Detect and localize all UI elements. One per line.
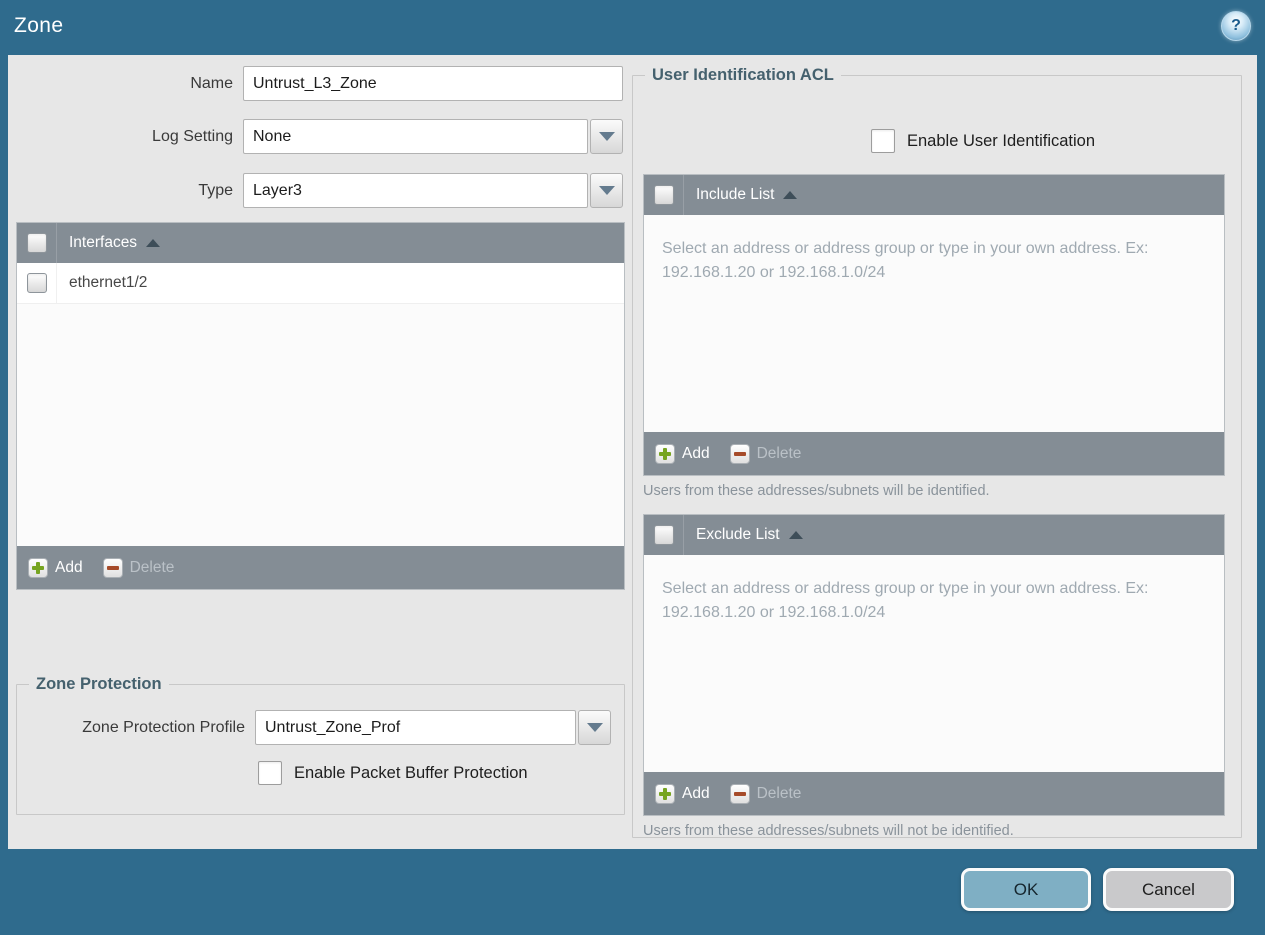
log-setting-input[interactable] [243,119,588,154]
include-list-toolbar: Add Delete [644,432,1224,475]
name-label: Name [190,74,233,92]
exclude-add-button[interactable]: Add [655,783,710,804]
exclude-list-body[interactable]: Select an address or address group or ty… [644,555,1224,772]
exclude-list-toolbar: Add Delete [644,772,1224,815]
interfaces-table: Interfaces ethernet1/2 Add Delete [16,222,625,590]
log-setting-dropdown-button[interactable] [590,119,623,154]
chevron-down-icon [598,132,615,141]
exclude-list-header: Exclude List [644,515,1224,555]
exclude-select-all-checkbox[interactable] [653,525,674,545]
include-list-header-label: Include List [696,186,775,203]
include-add-button[interactable]: Add [655,443,710,464]
delete-label: Delete [129,558,175,576]
interfaces-table-header: Interfaces [17,223,624,263]
sort-ascending-icon[interactable] [783,191,798,199]
log-setting-row: Log Setting [8,119,623,154]
interfaces-delete-button[interactable]: Delete [102,557,175,578]
zone-dialog: Name Log Setting Type Interfaces [8,55,1257,849]
chevron-down-icon [586,723,603,732]
help-icon[interactable]: ? [1221,11,1251,41]
zone-protection-legend: Zone Protection [36,675,162,693]
include-list-note: Users from these addresses/subnets will … [643,483,990,499]
zone-protection-profile-dropdown-button[interactable] [578,710,611,745]
zone-protection-section: Zone Protection Zone Protection Profile … [16,675,625,815]
cancel-button[interactable]: Cancel [1103,868,1234,911]
include-delete-button[interactable]: Delete [729,443,802,464]
table-row[interactable]: ethernet1/2 [17,263,624,304]
include-list-table: Include List Select an address or addres… [643,174,1225,476]
user-identification-acl-legend: User Identification ACL [652,66,834,84]
interface-name: ethernet1/2 [69,274,148,291]
add-label: Add [682,784,710,802]
delete-label: Delete [756,784,802,802]
ok-button[interactable]: OK [961,868,1091,911]
name-input[interactable] [243,66,623,101]
include-list-header: Include List [644,175,1224,215]
interfaces-select-all-cell [17,223,57,263]
include-select-all-checkbox[interactable] [653,185,674,205]
row-checkbox[interactable] [26,273,47,293]
add-label: Add [55,558,83,576]
exclude-select-all-cell [644,515,684,555]
exclude-list-placeholder: Select an address or address group or ty… [662,580,1149,621]
delete-icon [729,443,750,464]
log-setting-label: Log Setting [152,127,233,145]
user-identification-acl-section: User Identification ACL Enable User Iden… [632,66,1242,839]
type-row: Type [8,173,623,208]
add-icon [655,443,675,464]
chevron-down-icon [598,186,615,195]
name-row: Name [8,66,623,101]
packet-buffer-protection-row: Enable Packet Buffer Protection [258,761,624,785]
interfaces-toolbar: Add Delete [17,546,624,589]
delete-icon [102,557,123,578]
add-icon [655,783,675,804]
help-glyph: ? [1231,17,1241,34]
interfaces-table-body: ethernet1/2 [17,263,624,546]
enable-user-identification-row: Enable User Identification [871,129,1095,153]
exclude-delete-button[interactable]: Delete [729,783,802,804]
interfaces-select-all-checkbox[interactable] [26,233,47,253]
include-list-body[interactable]: Select an address or address group or ty… [644,215,1224,432]
packet-buffer-protection-label: Enable Packet Buffer Protection [294,763,528,782]
zone-protection-profile-row: Zone Protection Profile [17,710,624,745]
delete-label: Delete [756,444,802,462]
include-select-all-cell [644,175,684,215]
enable-user-identification-checkbox[interactable] [871,129,895,153]
type-label: Type [198,181,233,199]
zone-protection-profile-label: Zone Protection Profile [82,718,245,736]
include-list-placeholder: Select an address or address group or ty… [662,240,1149,281]
type-input[interactable] [243,173,588,208]
exclude-list-note: Users from these addresses/subnets will … [643,823,1014,839]
type-dropdown-button[interactable] [590,173,623,208]
exclude-list-table: Exclude List Select an address or addres… [643,514,1225,816]
delete-icon [729,783,750,804]
interfaces-header-label: Interfaces [69,234,138,251]
dialog-title: Zone [14,14,64,37]
enable-user-identification-label: Enable User Identification [907,131,1096,150]
zone-protection-profile-input[interactable] [255,710,576,745]
sort-ascending-icon[interactable] [146,239,161,247]
exclude-list-header-label: Exclude List [696,526,780,543]
row-checkbox-cell [17,263,57,303]
add-label: Add [682,444,710,462]
interfaces-add-button[interactable]: Add [28,557,83,578]
sort-ascending-icon[interactable] [788,531,803,539]
add-icon [28,557,48,578]
packet-buffer-protection-checkbox[interactable] [258,761,282,785]
